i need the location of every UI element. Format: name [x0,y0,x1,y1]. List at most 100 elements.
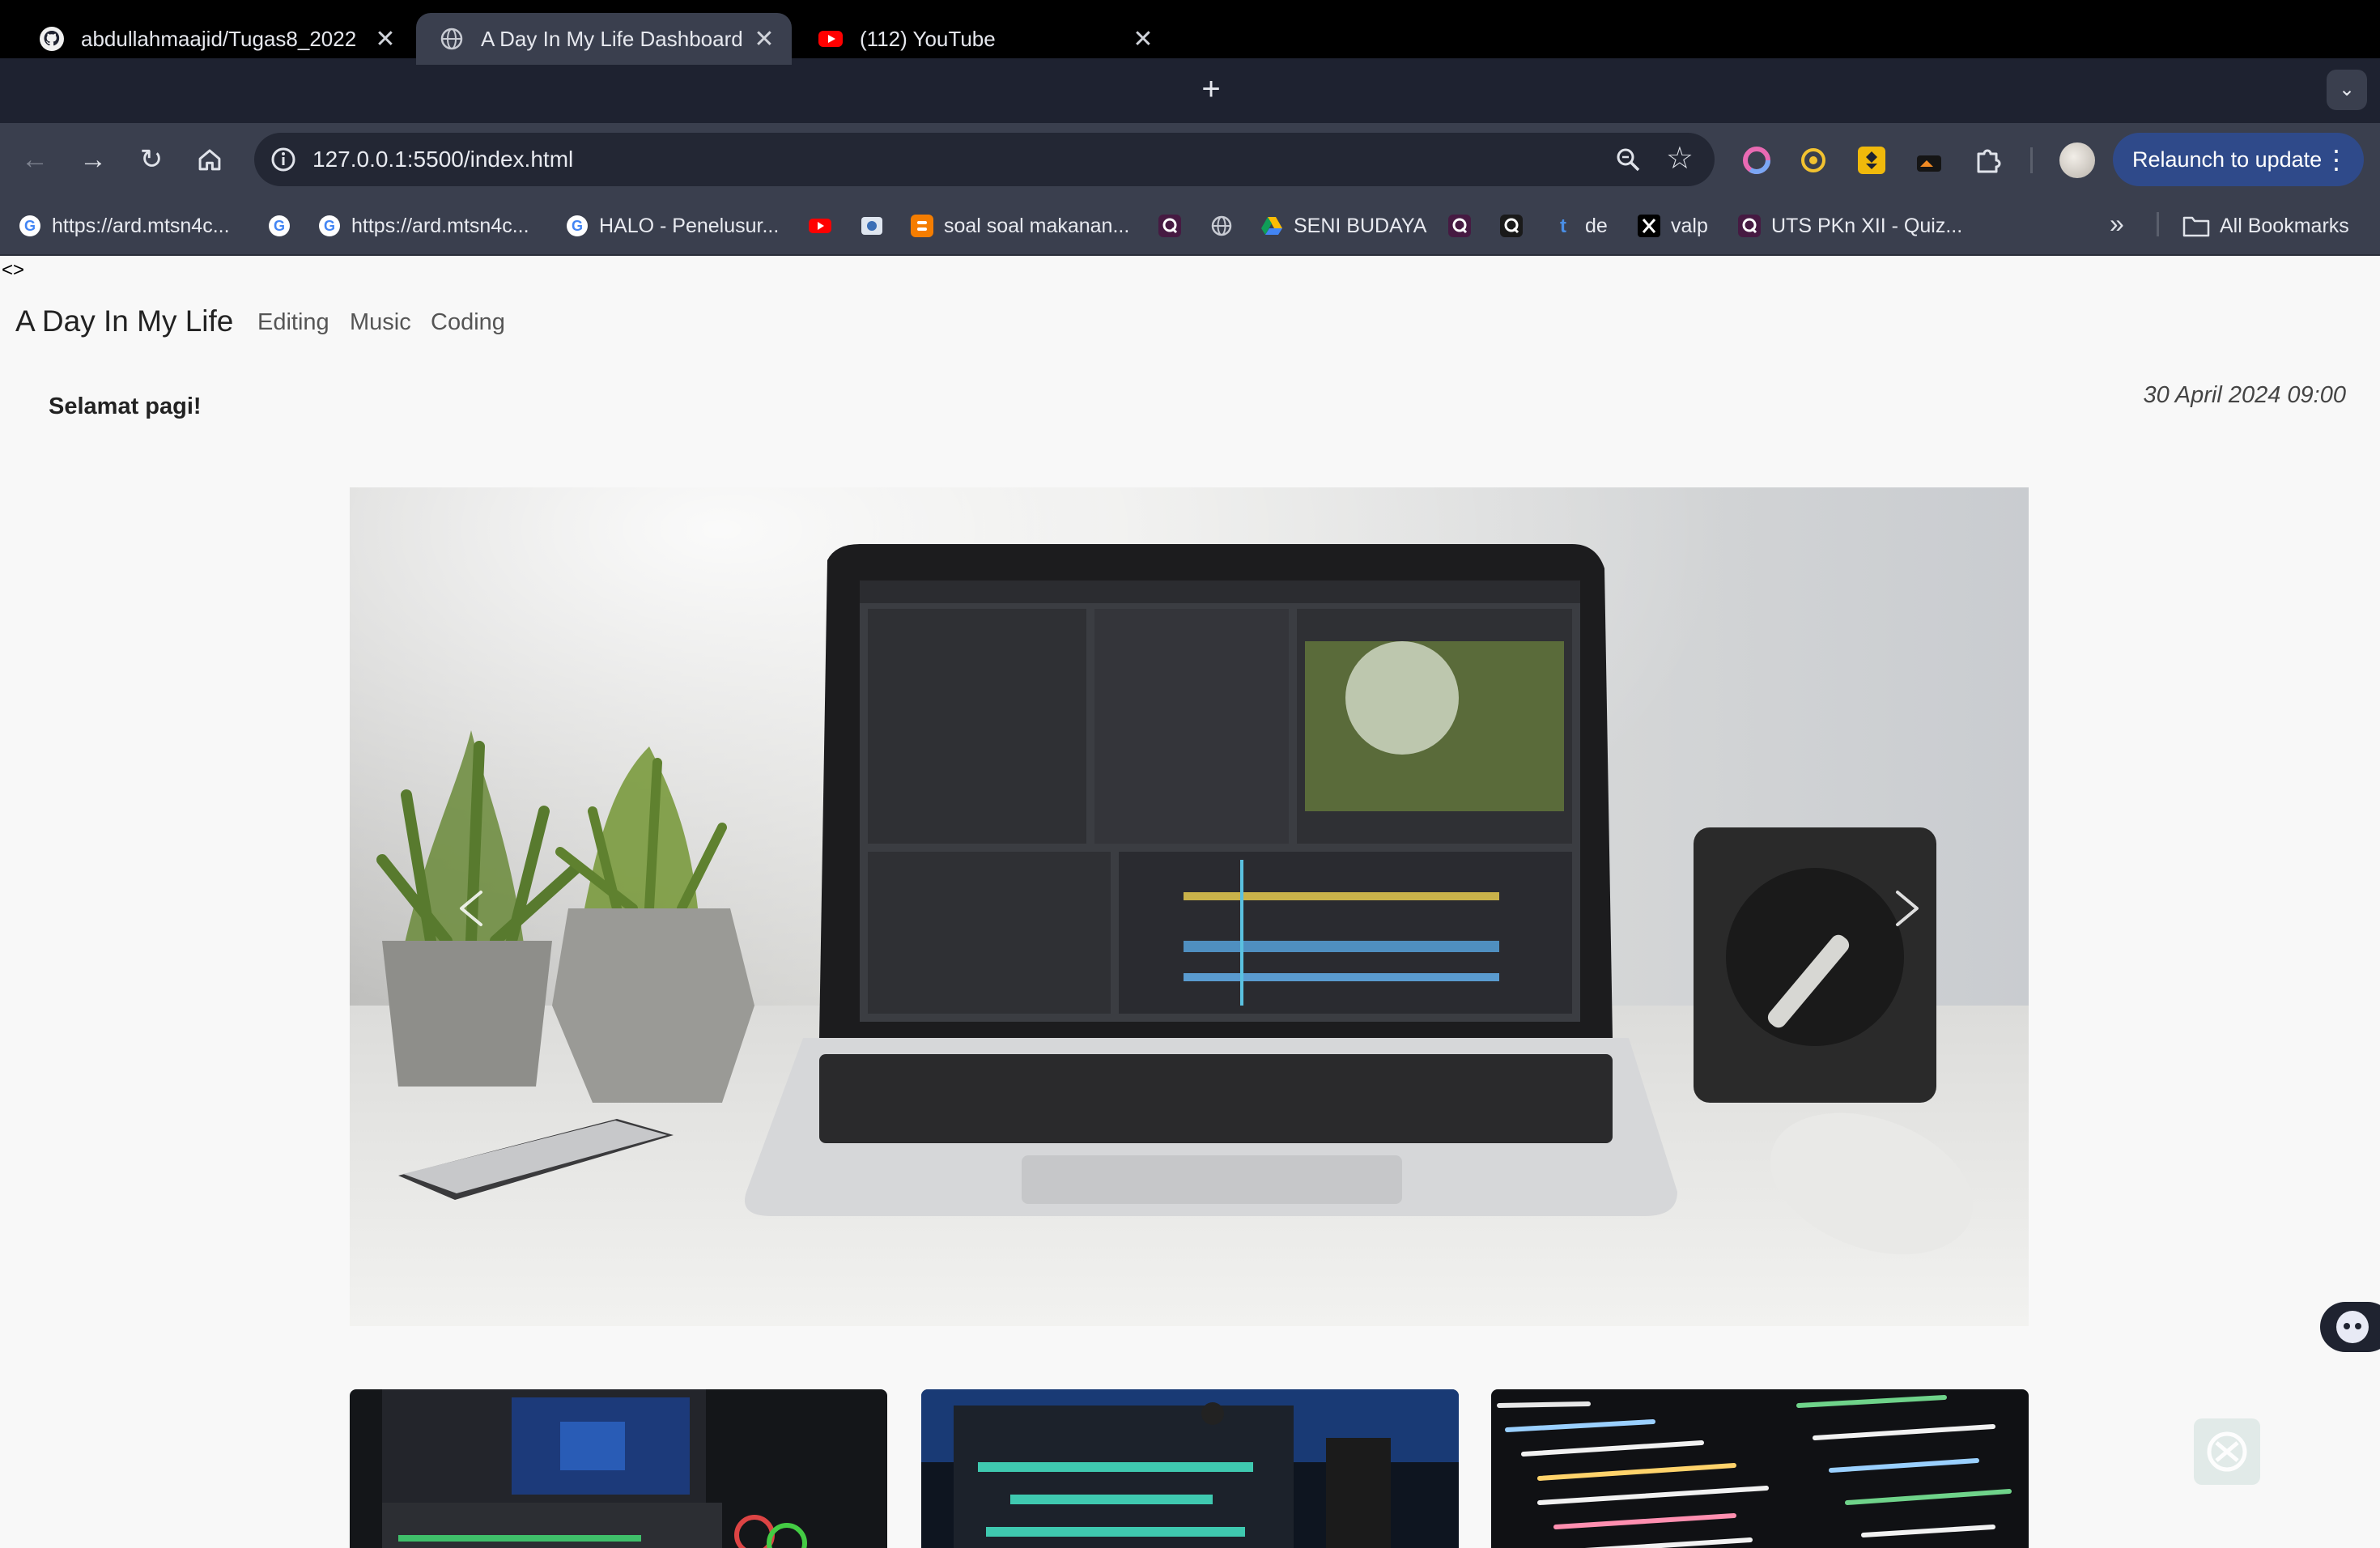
google-icon: G [319,215,340,236]
folder-icon [2182,216,2210,237]
home-icon [198,149,221,171]
navbar-brand[interactable]: A Day In My Life [15,304,233,338]
reload-button[interactable]: ↻ [131,139,172,180]
card-music-image[interactable] [921,1389,1459,1548]
bookmark-item[interactable] [1447,212,1481,240]
stray-text: <> [2,259,25,281]
code-editor-photo [1491,1389,2029,1548]
card-editing-image[interactable] [350,1389,887,1548]
tumblr-icon: t [1560,215,1566,237]
bookmark-item[interactable] [1209,212,1243,240]
address-url[interactable]: 127.0.0.1:5500/index.html [312,133,573,186]
google-drive-icon [1261,217,1282,235]
site-icon [861,217,882,235]
floating-widget-button[interactable] [2194,1418,2260,1485]
relaunch-button[interactable]: Relaunch to update ⋮ [2113,133,2364,186]
extension-binance-icon[interactable] [1855,144,1888,176]
quizizz-icon [1158,215,1181,237]
quizizz-icon [1738,215,1761,237]
greeting-text: Selamat pagi! [49,393,202,419]
address-bar[interactable]: 127.0.0.1:5500/index.html ☆ [254,133,1715,186]
bookmark-label: UTS PKn XII - Quiz... [1771,214,1963,237]
nav-link-music[interactable]: Music [350,309,411,336]
bookmark-item[interactable]: G [267,212,301,240]
bookmark-label: de [1585,214,1608,237]
tab-search-button[interactable]: ⌄ [2327,70,2367,110]
bookmark-item[interactable] [1499,212,1533,240]
bookmark-item[interactable] [860,212,894,240]
svg-text:G: G [274,218,285,234]
home-button[interactable] [189,139,230,180]
tab-github[interactable]: abdullahmaajid/Tugas8_2022 ✕ [16,13,413,65]
back-button[interactable]: ← [15,139,55,180]
video-editing-photo [350,1389,887,1548]
bookmark-item[interactable]: SENI BUDAYA [1260,212,1426,240]
bookmarks-overflow-icon[interactable]: » [2110,209,2124,239]
assistant-icon [2336,1311,2369,1343]
site-info-icon[interactable] [267,143,300,176]
floating-extension-button[interactable] [2320,1302,2380,1352]
bookmark-item[interactable]: G HALO - Penelusur... [565,212,779,240]
svg-text:t: t [1560,215,1566,237]
tab-strip [0,58,2380,123]
page-viewport: <> A Day In My Life Editing Music Coding… [0,256,2380,1548]
tab-youtube[interactable]: (112) YouTube ✕ [795,13,1171,65]
bookmark-item[interactable]: G https://ard.mtsn4c... [317,212,529,240]
youtube-icon [809,219,831,233]
bookmark-label: SENI BUDAYA [1294,214,1427,237]
zoom-icon[interactable] [1614,146,1642,173]
music-production-photo [921,1389,1459,1548]
bookmark-star-icon[interactable]: ☆ [1666,141,1694,176]
google-icon: G [567,215,588,236]
openai-like-icon [2207,1431,2247,1472]
extension-dark-icon[interactable] [1914,144,1946,176]
bookmark-item[interactable] [808,212,842,240]
card-coding-image[interactable] [1491,1389,2029,1548]
profile-avatar[interactable] [2059,142,2095,178]
forward-button[interactable]: → [73,139,113,180]
tab-title: (112) YouTube [860,26,996,51]
new-tab-button[interactable]: + [1193,71,1229,107]
svg-text:G: G [24,218,36,234]
all-bookmarks-button[interactable]: All Bookmarks [2182,212,2349,240]
globe-icon [1211,215,1232,236]
carousel [350,487,2029,1326]
blogger-icon [911,215,933,237]
tab-title: A Day In My Life Dashboard [481,26,743,51]
extensions-puzzle-icon[interactable] [1972,144,2004,176]
close-icon[interactable]: ✕ [369,25,402,53]
relaunch-label: Relaunch to update [2132,147,2323,172]
more-menu-icon[interactable]: ⋮ [2323,133,2349,186]
datetime-text: 30 April 2024 09:00 [2143,382,2346,408]
svg-text:G: G [324,218,335,234]
carousel-next-icon[interactable] [1876,868,1941,949]
quizizz-icon [1500,215,1523,237]
carousel-slide-image [350,487,2029,1326]
globe-icon [440,28,463,50]
quizizz-icon [1448,215,1471,237]
youtube-icon [818,31,843,47]
close-icon[interactable]: ✕ [748,25,780,53]
bookmark-item[interactable] [1158,212,1192,240]
close-icon[interactable]: ✕ [1127,25,1159,53]
tab-dashboard[interactable]: A Day In My Life Dashboard ✕ [416,13,792,65]
toolbar-separator [2030,147,2033,173]
all-bookmarks-label: All Bookmarks [2220,214,2349,237]
github-icon [40,27,64,51]
extension-color-ring-icon[interactable] [1740,144,1773,176]
bookmark-item[interactable]: G https://ard.mtsn4c... [18,212,230,240]
tab-title: abdullahmaajid/Tugas8_2022 [81,26,357,51]
bookmark-item[interactable]: valp [1637,212,1708,240]
bookmark-item[interactable]: soal soal makanan... [910,212,1129,240]
x-icon [1638,215,1660,237]
bookmark-item[interactable]: t de [1551,212,1608,240]
extension-yellow-icon[interactable] [1797,144,1830,176]
bookmark-label: https://ard.mtsn4c... [351,214,529,237]
bookmark-label: HALO - Penelusur... [599,214,780,237]
bookmark-label: soal soal makanan... [944,214,1130,237]
carousel-prev-icon[interactable] [437,868,502,949]
bookmark-item[interactable]: UTS PKn XII - Quiz... [1737,212,1962,240]
nav-link-coding[interactable]: Coding [431,309,505,336]
nav-link-editing[interactable]: Editing [257,309,329,336]
bookmarks-separator [2157,212,2159,236]
